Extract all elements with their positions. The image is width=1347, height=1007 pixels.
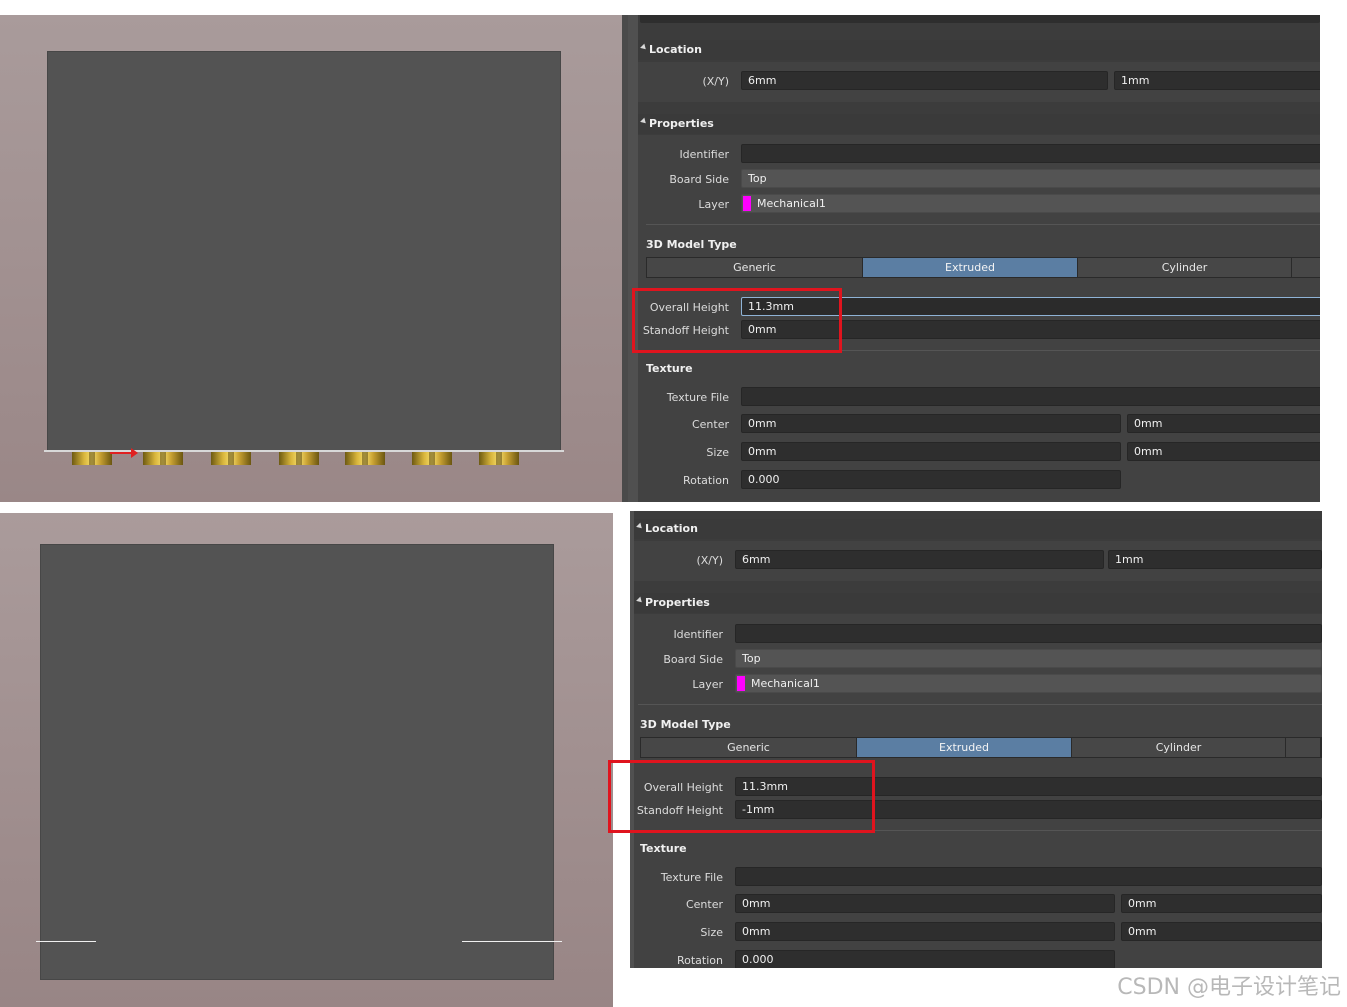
pin-7 [479, 452, 519, 465]
model-type-extruded[interactable]: Extruded [863, 258, 1078, 277]
model-type-more[interactable] [1292, 258, 1320, 277]
rotation-label: Rotation [682, 474, 729, 487]
layer-value: Mechanical1 [751, 677, 820, 690]
properties-section-header[interactable]: Properties [638, 114, 1320, 134]
red-arrow-icon [110, 448, 138, 458]
model-type-cylinder[interactable]: Cylinder [1078, 258, 1292, 277]
location-title: Location [645, 522, 698, 535]
pin-5 [345, 452, 385, 465]
panel-gutter [628, 15, 638, 502]
properties-section-header[interactable]: Properties [634, 593, 1322, 613]
model-type-extruded[interactable]: Extruded [857, 738, 1072, 757]
divider [638, 704, 1322, 705]
3d-viewport-top[interactable] [0, 15, 622, 502]
x-field[interactable]: 6mm [741, 71, 1108, 90]
divider [646, 224, 1320, 225]
model-type-generic[interactable]: Generic [647, 258, 863, 277]
identifier-field[interactable] [735, 624, 1322, 643]
y-field[interactable]: 1mm [1114, 71, 1320, 90]
pin-1 [72, 452, 112, 465]
layer-color-swatch [737, 676, 745, 691]
model-type-cylinder[interactable]: Cylinder [1072, 738, 1286, 757]
collapse-triangle-icon [636, 596, 644, 605]
rotation-label: Rotation [676, 954, 723, 967]
highlight-box-top [632, 288, 842, 353]
y-field[interactable]: 1mm [1108, 550, 1322, 569]
identifier-field[interactable] [741, 144, 1320, 163]
layer-label: Layer [692, 678, 723, 691]
board-side-dropdown[interactable]: Top [741, 169, 1320, 188]
center-y-field[interactable]: 0mm [1121, 894, 1322, 913]
center-x-field[interactable]: 0mm [741, 414, 1121, 433]
pin-glint-left [36, 941, 96, 942]
board-side-dropdown[interactable]: Top [735, 649, 1322, 668]
xy-label: (X/Y) [702, 75, 729, 88]
rotation-field[interactable]: 0.000 [735, 950, 1115, 968]
layer-value: Mechanical1 [757, 197, 826, 210]
texture-title: Texture [646, 362, 693, 375]
location-body: (X/Y) 6mm 1mm [634, 541, 1322, 581]
model-type-title: 3D Model Type [646, 238, 737, 251]
center-y-field[interactable]: 0mm [1127, 414, 1320, 433]
size-label: Size [706, 446, 729, 459]
pin-3 [211, 452, 251, 465]
location-section-header[interactable]: Location [634, 519, 1322, 539]
board-side-label: Board Side [669, 173, 729, 186]
collapse-triangle-icon [636, 522, 644, 531]
highlight-box-bottom [608, 760, 875, 833]
properties-title: Properties [649, 117, 714, 130]
3d-viewport-bottom[interactable] [0, 513, 613, 1007]
search-bar[interactable] [640, 15, 1320, 23]
model-type-segmented-control: Generic Extruded Cylinder [640, 737, 1322, 758]
texture-file-field[interactable] [741, 387, 1320, 406]
texture-file-label: Texture File [660, 871, 723, 884]
properties-panel-bottom: Location (X/Y) 6mm 1mm Properties Identi… [630, 511, 1322, 968]
pin-2 [143, 452, 183, 465]
layer-dropdown[interactable]: Mechanical1 [741, 194, 1320, 213]
model-type-title: 3D Model Type [640, 718, 731, 731]
texture-title: Texture [640, 842, 687, 855]
location-section-header[interactable]: Location [638, 40, 1320, 60]
pin-glint-right [462, 941, 562, 942]
component-3d-body [47, 51, 561, 451]
model-type-generic[interactable]: Generic [641, 738, 857, 757]
pin-6 [412, 452, 452, 465]
size-x-field[interactable]: 0mm [735, 922, 1115, 941]
x-field[interactable]: 6mm [735, 550, 1104, 569]
texture-file-label: Texture File [666, 391, 729, 404]
layer-label: Layer [698, 198, 729, 211]
watermark: CSDN @电子设计笔记 [1117, 975, 1341, 1000]
size-y-field[interactable]: 0mm [1127, 442, 1320, 461]
size-x-field[interactable]: 0mm [741, 442, 1121, 461]
layer-color-swatch [743, 196, 751, 211]
layer-dropdown[interactable]: Mechanical1 [735, 674, 1322, 693]
identifier-label: Identifier [679, 148, 729, 161]
center-x-field[interactable]: 0mm [735, 894, 1115, 913]
collapse-triangle-icon [640, 117, 648, 126]
model-type-more[interactable] [1286, 738, 1321, 757]
properties-title: Properties [645, 596, 710, 609]
properties-panel-top: Location (X/Y) 6mm 1mm Properties Identi… [628, 15, 1320, 502]
pin-4 [279, 452, 319, 465]
location-body: (X/Y) 6mm 1mm [638, 62, 1320, 102]
center-label: Center [685, 898, 723, 911]
board-side-label: Board Side [663, 653, 723, 666]
center-label: Center [691, 418, 729, 431]
rotation-field[interactable]: 0.000 [741, 470, 1121, 489]
texture-file-field[interactable] [735, 867, 1322, 886]
location-title: Location [649, 43, 702, 56]
size-label: Size [700, 926, 723, 939]
xy-label: (X/Y) [696, 554, 723, 567]
component-3d-body [40, 544, 554, 980]
collapse-triangle-icon [640, 43, 648, 52]
identifier-label: Identifier [673, 628, 723, 641]
model-type-segmented-control: Generic Extruded Cylinder [646, 257, 1320, 278]
size-y-field[interactable]: 0mm [1121, 922, 1322, 941]
